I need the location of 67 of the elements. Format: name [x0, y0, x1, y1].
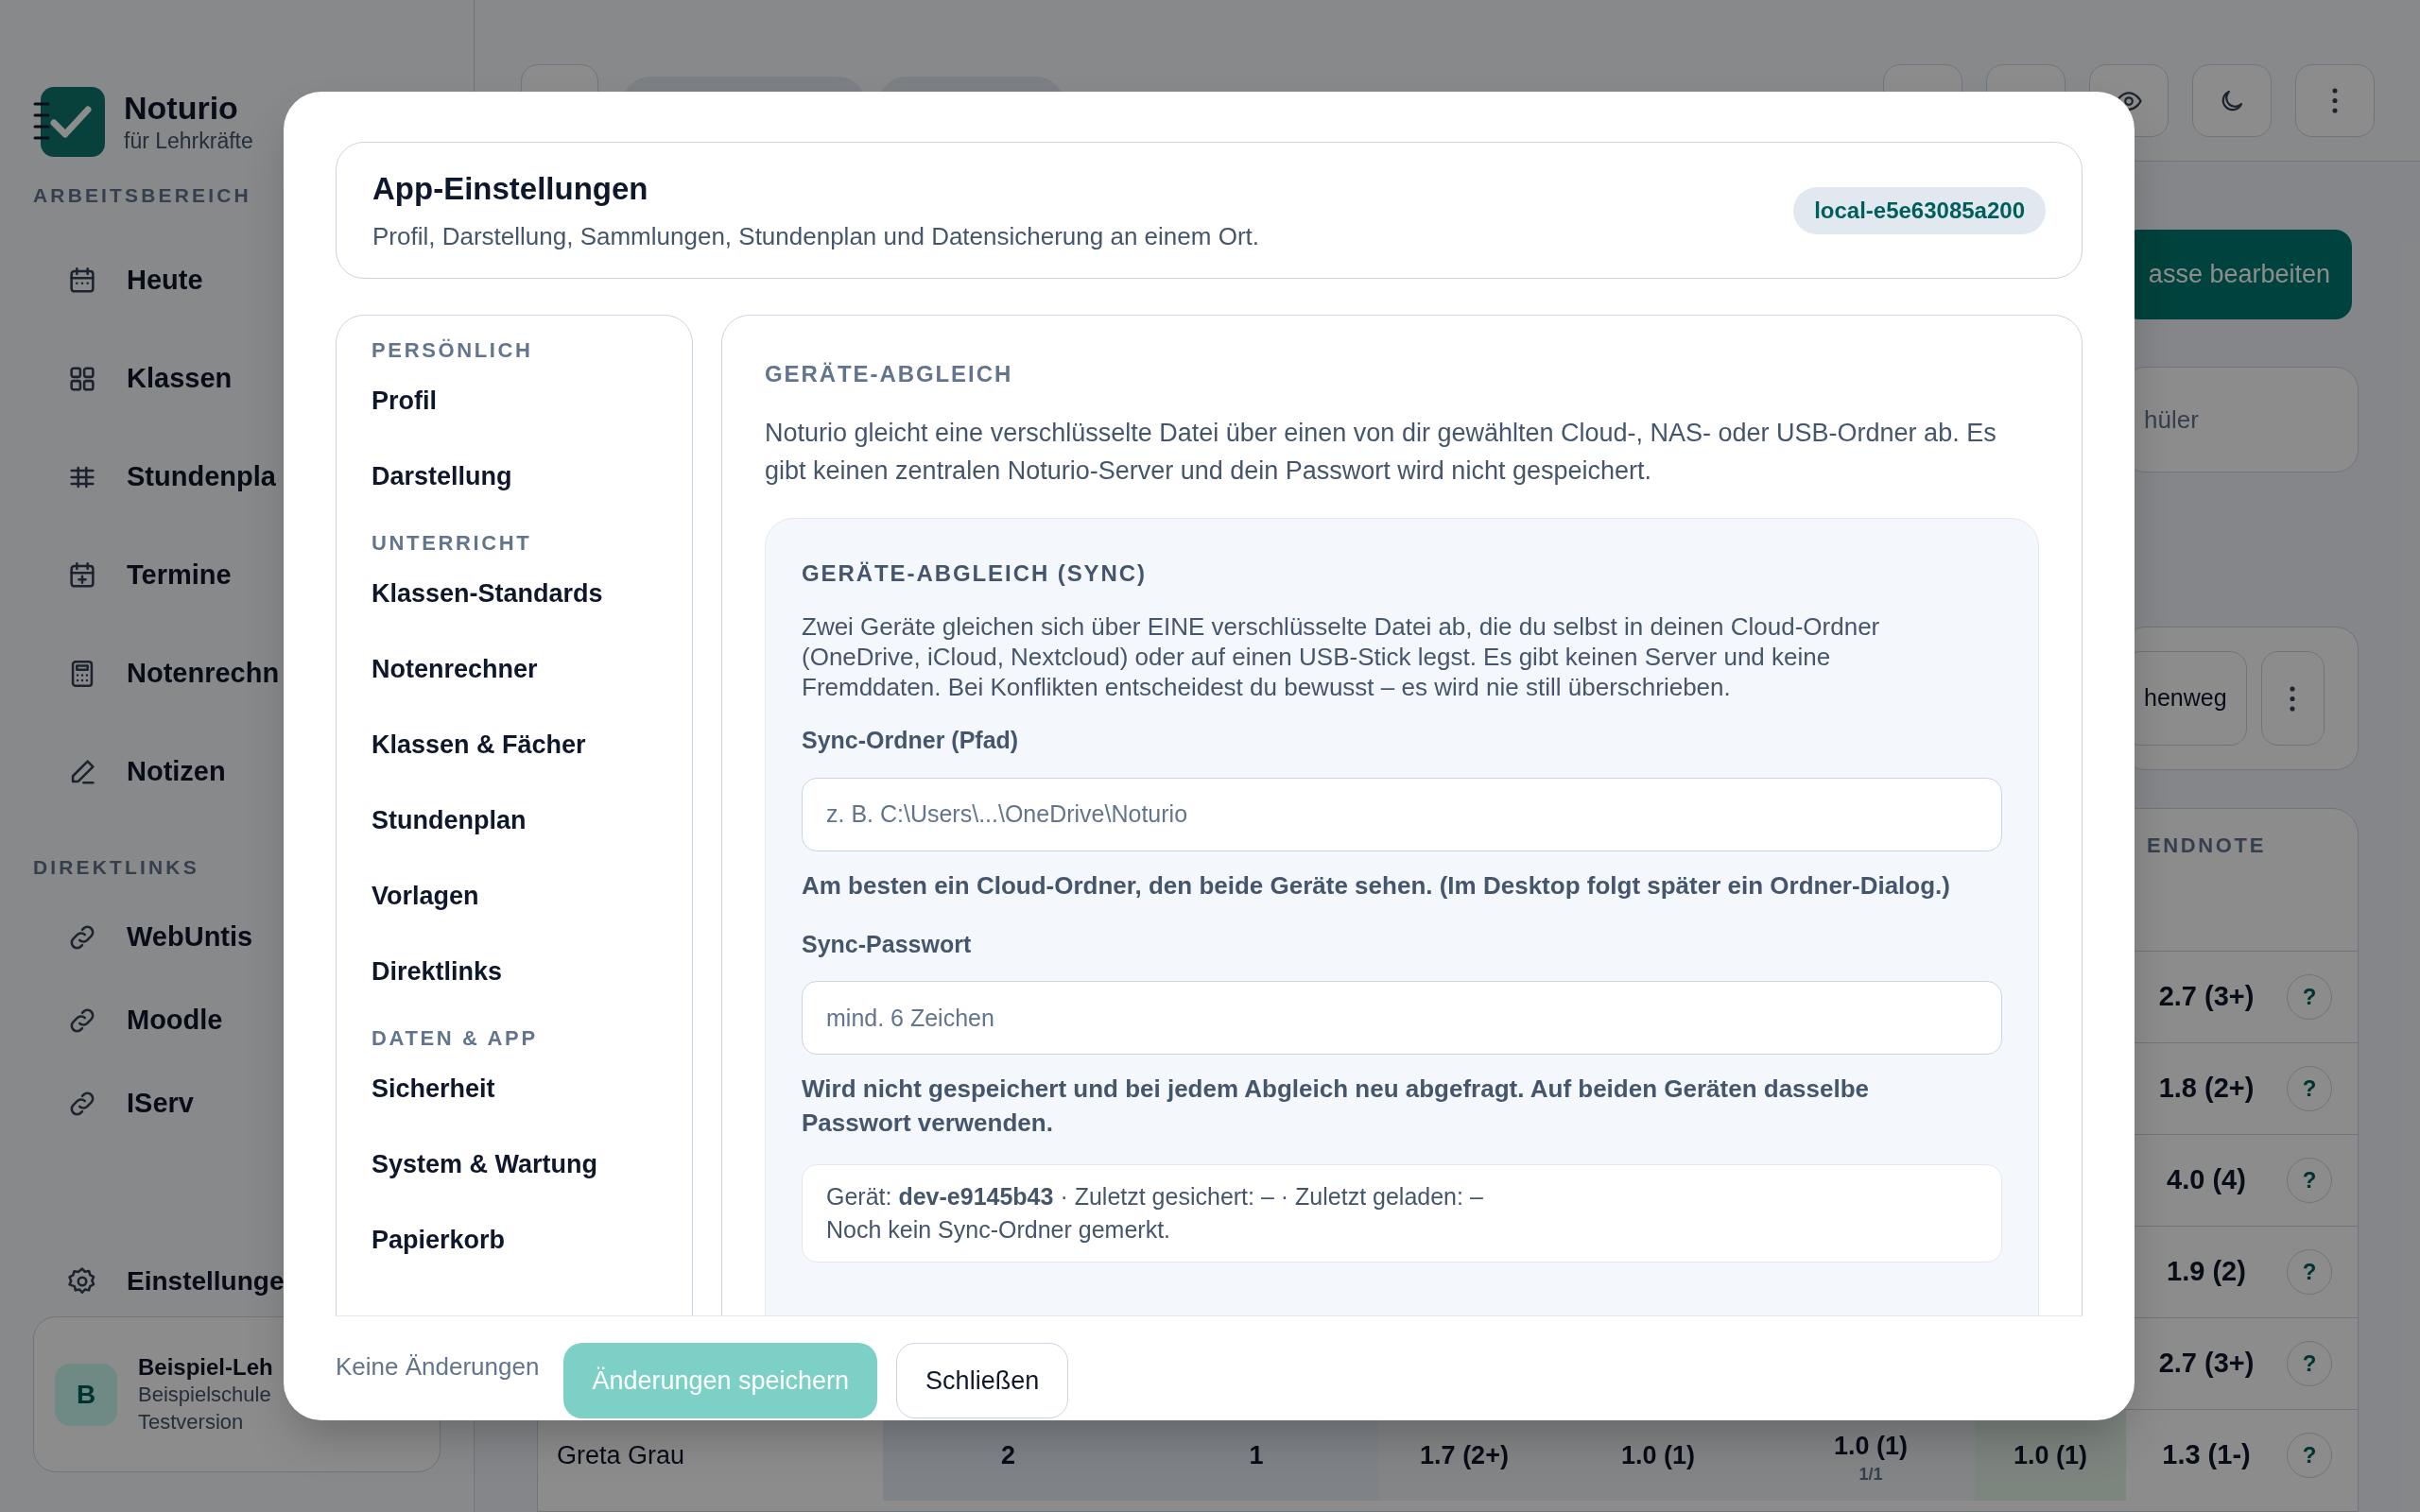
grade-cell-text: 4.0 (4) — [2167, 1163, 2246, 1197]
table-cell-text: 1.0 (1) — [2013, 1439, 2087, 1471]
table-cell-text: 2 — [1001, 1439, 1015, 1471]
nav-item[interactable]: IServ — [33, 1062, 194, 1145]
settings-nav-item[interactable]: Papierkorb — [357, 1202, 671, 1278]
more-button[interactable] — [2260, 651, 2325, 746]
profile-name: Beispiel-Leh — [138, 1353, 273, 1381]
app-name: Noturio — [124, 89, 239, 127]
field-label: Sync-Passwort — [802, 929, 973, 959]
dialog-subtitle: Profil, Darstellung, Sammlungen, Stundenplan und Datensicherung an einem Ort. — [372, 220, 1259, 252]
grade-cell-text: 1.8 (2+) — [2158, 1072, 2255, 1106]
settings-nav-item[interactable]: Notenrechner — [357, 631, 671, 707]
more-icon — [2332, 88, 2338, 113]
settings-nav-item[interactable]: Darstellung — [357, 438, 671, 514]
grade-cell-text: 1.9 (2) — [2167, 1255, 2246, 1289]
input-field[interactable]: z. B. C:\Users\...\OneDrive\Noturio — [802, 777, 2002, 851]
student-name: Greta Grau — [557, 1439, 685, 1471]
settings-nav-item[interactable]: Klassen & Fächer — [357, 707, 671, 782]
settings-nav-item[interactable]: Profil — [357, 363, 671, 438]
logo-icon — [33, 87, 105, 157]
more-icon — [2290, 685, 2296, 712]
field-hint: Am besten ein Cloud-Ordner, den beide Geräte sehen. (Im Desktop folgt später ein Ordner-Dialog.) — [802, 869, 1951, 902]
nav-item[interactable]: Notenrechn — [33, 625, 280, 723]
settings-nav-item[interactable]: Klassen-Standards — [357, 556, 671, 631]
intro-text: Noturio gleicht eine verschlüsselte Datei über einen von dir gewählten Cloud-, NAS- oder USB-Ordner ab. Es gibt keinen zentralen Noturio-Server und dein Passwort wird nicht gespeichert. — [765, 418, 1997, 487]
table-cell-sub: 1/1 — [1858, 1465, 1883, 1485]
nav-item[interactable]: WebUntis — [33, 896, 253, 979]
nav-section-label: PERSÖNLICH — [372, 338, 534, 363]
search-text: hüler — [2144, 404, 2199, 436]
settings-nav-item[interactable]: Direktlinks — [357, 934, 671, 1009]
grade-cell-text: 2.7 (3+) — [2158, 1347, 2255, 1381]
dialog-title: App-Einstellungen — [372, 170, 649, 209]
settings-nav-item[interactable]: Vorlagen — [357, 858, 671, 934]
nav-item[interactable]: Heute — [33, 232, 203, 330]
table-cell-text: 1.7 (2+) — [1420, 1439, 1509, 1471]
panel-heading: GERÄTE-ABGLEICH (SYNC) — [802, 559, 1148, 588]
section-label: DIREKTLINKS — [33, 855, 200, 880]
close-button[interactable]: Schließen — [896, 1343, 1069, 1418]
profile-school: Beispielschule — [138, 1382, 272, 1408]
settings-nav-item[interactable]: Stundenplan — [357, 782, 671, 858]
avatar: B — [55, 1363, 117, 1426]
profile-plan: Testversion — [138, 1409, 245, 1435]
settings-nav-item[interactable]: System & Wartung — [357, 1126, 671, 1202]
field-hint: Wird nicht gespeichert und bei jedem Abgleich neu abgefragt. Auf beiden Geräten dasselbe Passwort verwenden. — [802, 1074, 1871, 1139]
settings-nav-item[interactable]: Sicherheit — [357, 1051, 671, 1126]
nav-section-label: UNTERRICHT — [372, 531, 533, 556]
nav-item[interactable]: Stundenpla — [33, 428, 276, 526]
nav-item[interactable]: Notizen — [33, 723, 226, 821]
nav-item[interactable]: Klassen — [33, 330, 233, 428]
grade-cell-text: 2.7 (3+) — [2158, 980, 2255, 1014]
grade-cell-text: 1.3 (1-) — [2162, 1438, 2251, 1472]
nav-section-label: DATEN & APP — [372, 1026, 539, 1051]
table-cell-text: 1 — [1249, 1439, 1264, 1471]
table-cell-text: 1.0 (1) — [1833, 1430, 1908, 1462]
field-label: Sync-Ordner (Pfad) — [802, 726, 1020, 755]
input-field[interactable]: mind. 6 Zeichen — [802, 981, 2002, 1055]
panel-description: Zwei Geräte gleichen sich über EINE verschlüsselte Datei ab, die du selbst in deinen Cloud-Ordner (OneDrive, iCloud, Nextcloud) oder auf einen USB-Stick legst. Es gibt keinen Server und keine Fremddaten. Bei Konflikten entscheidest du bewusst – es wird nie still überschrieben. — [802, 611, 1881, 702]
device-badge: local-e5e63085a200 — [1793, 186, 2046, 234]
status-text: Noch kein Sync-Ordner gemerkt. — [826, 1215, 1172, 1245]
nav-item[interactable]: Termine — [33, 526, 232, 625]
settings-item[interactable]: Einstellunge — [33, 1248, 285, 1314]
nav-item[interactable]: Moodle — [33, 979, 223, 1062]
status-text: Gerät: dev-e9145b43 · Zuletzt gesichert: – · Zuletzt geladen: – — [826, 1182, 1484, 1211]
column-header: ENDNOTE — [2146, 833, 2266, 859]
section-heading: GERÄTE-ABGLEICH — [765, 360, 1014, 388]
app-tagline: für Lehrkräfte — [124, 128, 253, 155]
table-cell-text: 1.0 (1) — [1620, 1439, 1695, 1471]
